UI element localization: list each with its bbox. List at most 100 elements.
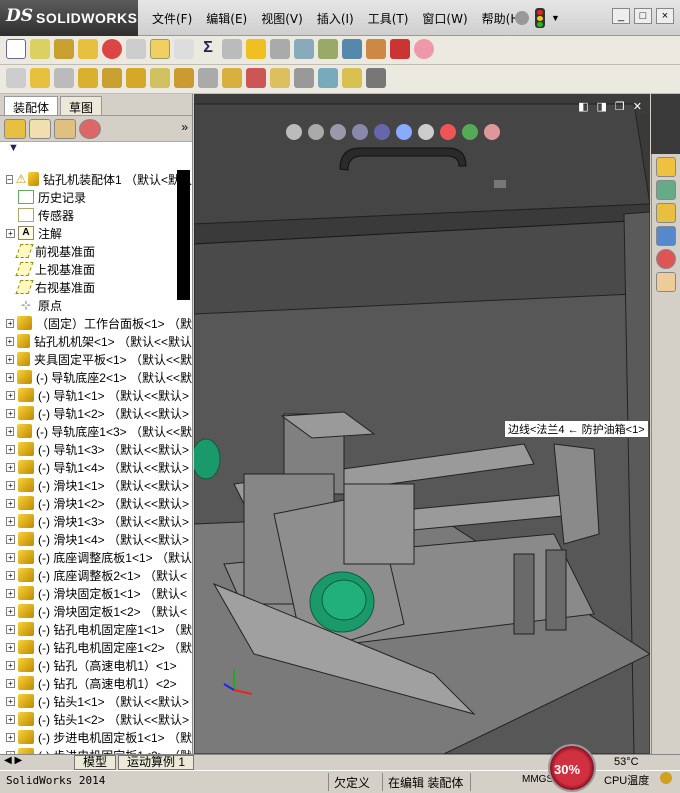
expand-icon[interactable]: + bbox=[6, 336, 14, 346]
expand-icon[interactable]: + bbox=[6, 444, 15, 454]
collapse-right-icon[interactable]: ◨ bbox=[597, 100, 607, 113]
menu-insert[interactable]: 插入(I) bbox=[310, 10, 361, 27]
minimize-button[interactable]: _ bbox=[612, 8, 630, 24]
expand-icon[interactable]: + bbox=[6, 678, 15, 688]
tab-scroll-icon[interactable]: ◀ ▶ bbox=[4, 755, 22, 766]
align-icon[interactable] bbox=[270, 39, 290, 59]
expand-icon[interactable]: + bbox=[6, 570, 15, 580]
gears-icon[interactable] bbox=[222, 68, 242, 88]
zoom-fit-icon[interactable] bbox=[286, 124, 302, 140]
interference-icon[interactable] bbox=[342, 68, 362, 88]
tree-item[interactable]: + (-) 钻孔（高速电机1）<1> bbox=[0, 656, 192, 674]
file-explorer-icon[interactable] bbox=[656, 203, 676, 223]
tree-item[interactable]: + (-) 钻孔（高速电机1）<2> bbox=[0, 674, 192, 692]
color-wheel-icon[interactable] bbox=[414, 39, 434, 59]
appearances-icon[interactable] bbox=[656, 249, 676, 269]
tree-item[interactable]: + (-) 导轨1<4> （默认<<默认> bbox=[0, 458, 192, 476]
tree-item[interactable]: + (-) 步进电机固定板1<1> （默 bbox=[0, 728, 192, 746]
viewport-close-icon[interactable]: ✕ bbox=[633, 100, 642, 113]
restore-icon[interactable]: ❐ bbox=[615, 100, 625, 113]
tree-item[interactable]: + (-) 导轨底座1<3> （默认<<默 bbox=[0, 422, 192, 440]
pattern-icon[interactable] bbox=[78, 68, 98, 88]
property-manager-icon[interactable] bbox=[29, 118, 51, 139]
key-icon[interactable] bbox=[660, 772, 672, 784]
tab-sketch[interactable]: 草图 bbox=[60, 96, 103, 115]
collapse-left-icon[interactable]: ◧ bbox=[578, 100, 588, 113]
expand-icon[interactable]: + bbox=[6, 354, 14, 364]
gauge-icon[interactable] bbox=[102, 39, 122, 59]
expand-icon[interactable]: + bbox=[6, 660, 15, 670]
expand-icon[interactable]: + bbox=[6, 642, 15, 652]
reference-geometry-icon[interactable] bbox=[198, 68, 218, 88]
expand-icon[interactable]: + bbox=[6, 588, 15, 598]
balance-icon[interactable] bbox=[54, 39, 74, 59]
menu-file[interactable]: 文件(F) bbox=[145, 10, 199, 27]
tab-model[interactable]: 模型 bbox=[74, 755, 117, 770]
compass-icon[interactable] bbox=[222, 39, 242, 59]
maximize-button[interactable]: □ bbox=[634, 8, 652, 24]
menu-edit[interactable]: 编辑(E) bbox=[199, 10, 254, 27]
expand-icon[interactable]: + bbox=[6, 390, 15, 400]
expand-icon[interactable]: + bbox=[6, 372, 15, 382]
tree-item[interactable]: + (-) 滑块1<2> （默认<<默认> bbox=[0, 494, 192, 512]
tree-item[interactable]: + (-) 导轨底座2<1> （默认<<默 bbox=[0, 368, 192, 386]
tree-item[interactable]: + (-) 滑块1<3> （默认<<默认> bbox=[0, 512, 192, 530]
tree-item[interactable]: + (-) 滑块固定板1<2> （默认< bbox=[0, 602, 192, 620]
disabled-tool-icon[interactable] bbox=[126, 39, 146, 59]
tree-item[interactable]: + A 注解 bbox=[0, 224, 192, 242]
edit-appearance-icon[interactable] bbox=[440, 124, 456, 140]
design-library-icon[interactable] bbox=[656, 180, 676, 200]
expand-icon[interactable]: + bbox=[6, 408, 15, 418]
expand-icon[interactable]: + bbox=[6, 426, 15, 436]
abc-spellcheck-icon[interactable] bbox=[6, 39, 26, 59]
custom-properties-icon[interactable] bbox=[656, 272, 676, 292]
view-settings-icon[interactable] bbox=[484, 124, 500, 140]
tree-item[interactable]: + (-) 钻头1<1> （默认<<默认> bbox=[0, 692, 192, 710]
tree-item[interactable]: 前视基准面 bbox=[0, 242, 192, 260]
display-style-icon[interactable] bbox=[396, 124, 412, 140]
tree-item[interactable]: + （固定）工作台面板<1> （默 bbox=[0, 314, 192, 332]
chevron-right-icon[interactable]: » bbox=[181, 120, 188, 134]
chevron-down-icon[interactable]: ▼ bbox=[551, 13, 560, 23]
measure-icon[interactable] bbox=[30, 39, 50, 59]
explode-icon[interactable] bbox=[366, 39, 386, 59]
menu-view[interactable]: 视图(V) bbox=[254, 10, 310, 27]
insert-component-icon[interactable] bbox=[6, 68, 26, 88]
expand-icon[interactable]: + bbox=[6, 606, 15, 616]
tree-item[interactable]: + 钻孔机机架<1> （默认<<默认 bbox=[0, 332, 192, 350]
exploded-view-icon[interactable] bbox=[294, 68, 314, 88]
expand-icon[interactable]: + bbox=[6, 480, 15, 490]
expand-icon[interactable]: + bbox=[6, 318, 15, 328]
tree-item[interactable]: + (-) 底座调整底板1<1> （默认 bbox=[0, 548, 192, 566]
tree-item[interactable]: 右视基准面 bbox=[0, 278, 192, 296]
tree-item[interactable]: ⊹ 原点 bbox=[0, 296, 192, 314]
sigma-icon[interactable]: Σ bbox=[198, 39, 218, 59]
tree-item[interactable]: + 夹具固定平板<1> （默认<<默 bbox=[0, 350, 192, 368]
tree-item[interactable]: + (-) 钻孔电机固定座1<1> （默 bbox=[0, 620, 192, 638]
export-icon[interactable] bbox=[342, 39, 362, 59]
new-motion-study-icon[interactable] bbox=[246, 68, 266, 88]
display-manager-icon[interactable] bbox=[79, 118, 101, 139]
warning-icon[interactable] bbox=[246, 39, 266, 59]
tree-item[interactable]: + (-) 底座调整板2<1> （默认< bbox=[0, 566, 192, 584]
tab-assembly[interactable]: 装配体 bbox=[4, 96, 59, 115]
cube-icon[interactable] bbox=[390, 39, 410, 59]
tree-item[interactable]: + (-) 导轨1<3> （默认<<默认> bbox=[0, 440, 192, 458]
tree-item[interactable]: + (-) 导轨1<1> （默认<<默认> bbox=[0, 386, 192, 404]
expand-icon[interactable]: + bbox=[6, 624, 15, 634]
tree-item[interactable]: +(-) 步进电机固定板1<2> （默 bbox=[0, 746, 192, 754]
tab-motion-study[interactable]: 运动算例 1 bbox=[118, 755, 195, 770]
solidworks-logo[interactable]: DS SOLIDWORKS bbox=[0, 0, 138, 36]
expand-icon[interactable]: + bbox=[6, 732, 15, 742]
expand-icon[interactable]: + bbox=[6, 696, 15, 706]
close-button[interactable]: × bbox=[656, 8, 674, 24]
compare-icon[interactable] bbox=[294, 39, 314, 59]
traffic-light-icon[interactable] bbox=[535, 8, 545, 28]
tree-item[interactable]: 历史记录 bbox=[0, 188, 192, 206]
instant3d-icon[interactable] bbox=[366, 68, 386, 88]
tree-scroll-region[interactable] bbox=[177, 170, 190, 300]
view-palette-icon[interactable] bbox=[656, 226, 676, 246]
checkbox-icon[interactable] bbox=[150, 39, 170, 59]
tree-item[interactable]: + (-) 钻孔电机固定座1<2> （默 bbox=[0, 638, 192, 656]
expand-icon[interactable]: + bbox=[6, 714, 15, 724]
